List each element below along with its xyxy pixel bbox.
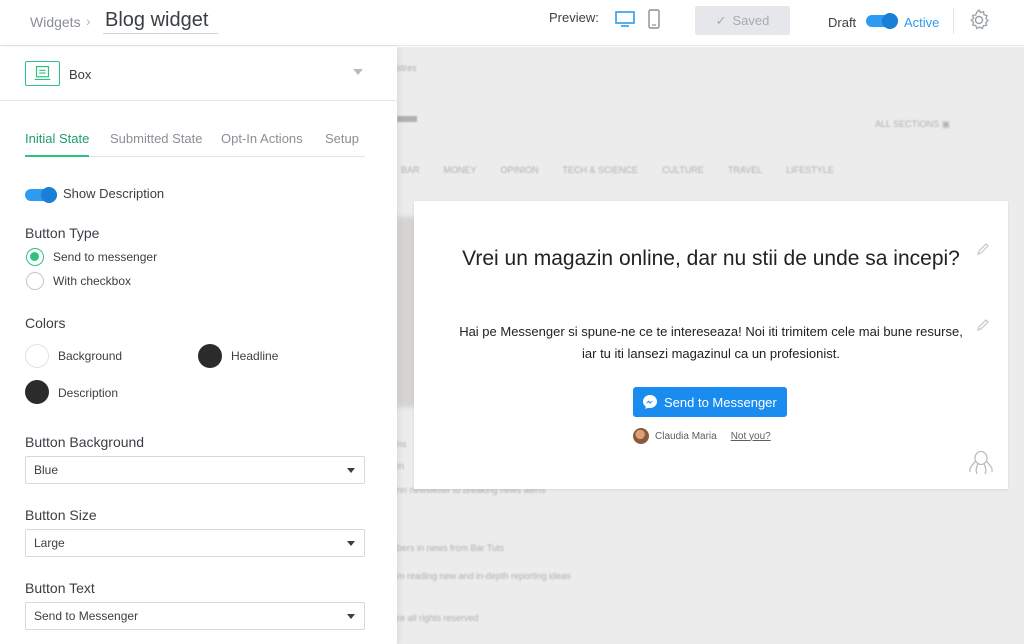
caret-down-icon — [347, 468, 355, 473]
button-type-title: Button Type — [25, 225, 100, 241]
radio-with-checkbox-label[interactable]: With checkbox — [53, 274, 131, 288]
bg-text: stres — [397, 63, 417, 73]
gear-icon[interactable] — [967, 8, 991, 32]
show-description-toggle[interactable] — [25, 187, 57, 203]
settings-panel: Box Initial State Submitted State Opt-In… — [0, 47, 397, 644]
draft-label: Draft — [828, 15, 857, 30]
messenger-icon — [643, 395, 657, 409]
chevron-right-icon: › — [86, 13, 91, 29]
edit-description-pencil-icon[interactable] — [976, 318, 990, 332]
bg-text: in — [397, 461, 405, 471]
bg-text: m reading new and in-depth reporting ide… — [397, 571, 571, 581]
description-color-swatch[interactable] — [25, 380, 49, 404]
tab-submitted-state[interactable]: Submitted State — [110, 131, 203, 157]
background-color-label: Background — [58, 349, 123, 363]
draft-active-toggle[interactable] — [866, 13, 898, 29]
bg-text: ALL SECTIONS ▣ — [875, 119, 951, 129]
background-color-swatch[interactable] — [25, 344, 49, 368]
tab-setup[interactable]: Setup — [325, 131, 359, 157]
button-text-title: Button Text — [25, 580, 95, 596]
button-size-title: Button Size — [25, 507, 97, 523]
button-size-select[interactable]: Large — [25, 529, 365, 557]
description-color-label: Description — [58, 386, 119, 400]
caret-down-icon — [347, 541, 355, 546]
button-text-select[interactable]: Send to Messenger — [25, 602, 365, 630]
check-icon: ✓ — [715, 12, 727, 28]
box-widget-icon — [25, 61, 60, 86]
desktop-preview-icon[interactable] — [614, 10, 636, 28]
saved-button[interactable]: ✓ Saved — [695, 6, 790, 35]
widget-description[interactable]: Hai pe Messenger si spune-ne ce te inter… — [454, 321, 968, 365]
tab-initial-state[interactable]: Initial State — [25, 131, 90, 157]
widget-headline[interactable]: Vrei un magazin online, dar nu stii de u… — [454, 245, 968, 273]
radio-send-to-messenger-label[interactable]: Send to messenger — [53, 250, 157, 264]
preview-label: Preview: — [549, 10, 599, 25]
divider — [953, 8, 954, 34]
bg-text: re all rights reserved — [397, 613, 479, 623]
show-description-label: Show Description — [63, 186, 165, 201]
octopus-logo-icon — [969, 450, 993, 475]
not-you-link[interactable]: Not you? — [731, 431, 771, 442]
radio-send-to-messenger[interactable] — [26, 248, 44, 266]
headline-color-label: Headline — [231, 349, 279, 363]
caret-down-icon — [347, 614, 355, 619]
button-text-value: Send to Messenger — [34, 609, 139, 623]
breadcrumb-widgets[interactable]: Widgets — [30, 14, 81, 30]
send-to-messenger-button[interactable]: Send to Messenger — [633, 387, 787, 417]
widget-preview-card: Vrei un magazin online, dar nu stii de u… — [414, 201, 1008, 489]
radio-with-checkbox[interactable] — [26, 272, 44, 290]
button-background-title: Button Background — [25, 434, 145, 450]
button-background-select[interactable]: Blue — [25, 456, 365, 484]
mobile-preview-icon[interactable] — [647, 9, 661, 29]
widget-type-dropdown[interactable]: Box — [0, 47, 397, 101]
bg-text: ns — [397, 439, 407, 449]
top-bar: Widgets › Blog widget Preview: ✓ Saved D… — [0, 0, 1024, 46]
avatar — [633, 428, 649, 444]
button-size-value: Large — [34, 536, 65, 550]
bg-logo: ▬ — [397, 105, 417, 127]
saved-button-label: Saved — [732, 13, 770, 28]
button-background-value: Blue — [34, 463, 59, 477]
panel-tabs: Initial State Submitted State Opt-In Act… — [25, 131, 365, 157]
widget-title-input[interactable]: Blog widget — [103, 6, 218, 34]
user-name: Claudia Maria — [655, 430, 717, 442]
bg-text: bers in news from Bar Tuts — [397, 543, 505, 553]
bg-nav: BAR MONEY OPINION TECH & SCIENCE CULTURE TRAV… — [401, 165, 834, 175]
user-row: Claudia Maria Not you? — [633, 427, 771, 445]
edit-headline-pencil-icon[interactable] — [976, 242, 990, 256]
active-label: Active — [904, 15, 940, 30]
headline-color-swatch[interactable] — [198, 344, 222, 368]
colors-title: Colors — [25, 315, 66, 331]
chevron-down-icon — [353, 69, 363, 75]
widget-type-label: Box — [69, 67, 92, 82]
send-to-messenger-label: Send to Messenger — [664, 394, 777, 410]
tab-opt-in-actions[interactable]: Opt-In Actions — [221, 131, 303, 157]
